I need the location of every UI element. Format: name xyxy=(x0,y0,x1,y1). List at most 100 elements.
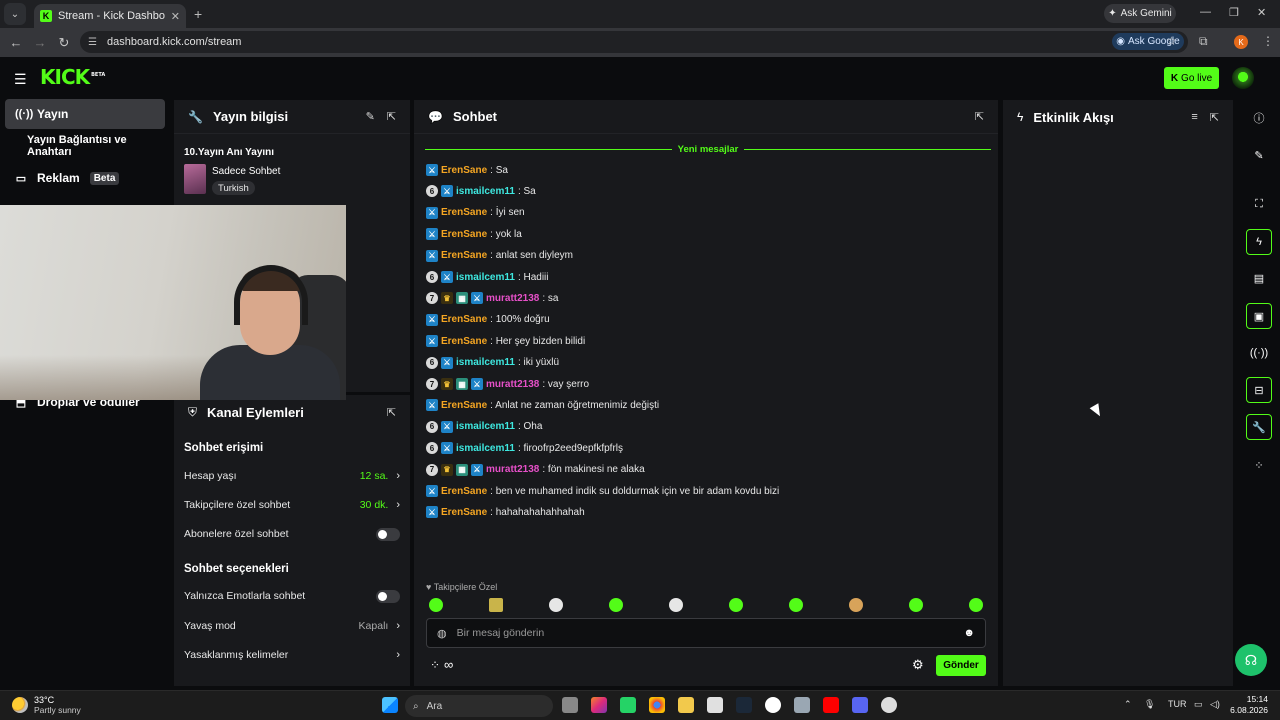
close-window-icon[interactable]: ✕ xyxy=(1257,6,1266,19)
store-icon[interactable] xyxy=(707,697,723,713)
emote-icon[interactable] xyxy=(729,598,743,612)
go-live-button[interactable]: K Go live xyxy=(1164,67,1219,89)
level-badge-icon[interactable]: 6 xyxy=(426,420,438,433)
row-banned-words[interactable]: Yasaklanmış kelimeler › xyxy=(184,647,400,663)
emote-only-toggle[interactable] xyxy=(376,589,400,603)
moderator-badge-icon[interactable]: ⚔ xyxy=(426,228,438,241)
subscriber-badge-icon[interactable]: ▦ xyxy=(456,463,468,476)
kick-points-icon[interactable]: ⁘ xyxy=(430,658,440,672)
weather-widget[interactable]: 33°C Partly sunny xyxy=(12,695,81,715)
ask-gemini-button[interactable]: ✦ Ask Gemini xyxy=(1104,4,1176,23)
level-badge-icon[interactable]: 6 xyxy=(426,271,438,283)
moderator-badge-icon[interactable]: ⚔ xyxy=(426,313,438,326)
level-badge-icon[interactable]: 6 xyxy=(426,356,438,369)
profile-avatar[interactable]: K xyxy=(1234,35,1248,49)
layout-rail-icon[interactable]: ⊟ xyxy=(1246,377,1272,403)
user-avatar[interactable] xyxy=(1232,67,1254,89)
input-language[interactable]: TUR xyxy=(1168,699,1187,709)
level-badge-icon[interactable]: 7 xyxy=(426,378,438,390)
maximize-icon[interactable]: ❐ xyxy=(1229,6,1239,19)
popout-icon[interactable]: ⇱ xyxy=(1210,111,1219,124)
whatsapp-icon[interactable] xyxy=(620,697,636,713)
instagram-icon[interactable] xyxy=(591,697,607,713)
browser-tab[interactable]: K Stream - Kick Dashboard ✕ xyxy=(34,4,186,28)
emote-icon[interactable] xyxy=(609,598,623,612)
chat-username[interactable]: ErenSane xyxy=(441,400,487,411)
lightning-rail-icon[interactable]: ϟ xyxy=(1246,229,1272,255)
tab-close-icon[interactable]: ✕ xyxy=(171,10,180,23)
discord-icon[interactable] xyxy=(852,697,868,713)
moderator-badge-icon[interactable]: ⚔ xyxy=(441,271,453,283)
chat-username[interactable]: ismailcem11 xyxy=(456,272,515,283)
row-followers-only[interactable]: Takipçilere özel sohbet 30 dk. › xyxy=(184,497,400,513)
broadcast-rail-icon[interactable]: ((·)) xyxy=(1246,340,1272,366)
back-icon[interactable]: ← xyxy=(4,35,28,50)
chat-username[interactable]: ErenSane xyxy=(441,229,487,240)
popout-icon[interactable]: ⇱ xyxy=(975,110,984,123)
microphone-icon[interactable]: 🎙 xyxy=(1144,699,1155,710)
popout-icon[interactable]: ⇱ xyxy=(387,406,396,419)
subscriber-badge-icon[interactable]: ▦ xyxy=(456,378,468,390)
sidebar-item-reklam[interactable]: ▭ Reklam Beta xyxy=(5,163,165,193)
windows-start-icon[interactable] xyxy=(382,697,398,713)
obs-icon[interactable] xyxy=(881,697,897,713)
row-account-age[interactable]: Hesap yaşı 12 sa. › xyxy=(184,468,400,484)
site-info-icon[interactable]: ☰ xyxy=(88,37,97,48)
kick-logo[interactable]: KICK BETA xyxy=(40,65,105,89)
chat-identity-icon[interactable]: ◍ xyxy=(437,627,447,640)
network-icon[interactable]: ▭ xyxy=(1194,699,1203,710)
url-field[interactable]: ☰ dashboard.kick.com/stream xyxy=(80,31,1188,53)
emote-icon[interactable] xyxy=(789,598,803,612)
info-icon[interactable]: ⓘ xyxy=(1246,105,1272,131)
row-slow-mode[interactable]: Yavaş mod Kapalı › xyxy=(184,618,400,634)
moderator-badge-icon[interactable]: ⚔ xyxy=(426,485,438,497)
edit-icon[interactable]: ✎ xyxy=(1246,142,1272,168)
crown-badge-icon[interactable]: ♛ xyxy=(441,463,453,476)
emote-icon[interactable] xyxy=(849,598,863,612)
chat-username[interactable]: ErenSane xyxy=(441,165,487,176)
sidebar-item-stream-key[interactable]: Yayın Bağlantısı ve Anahtarı xyxy=(5,131,165,161)
emote-icon[interactable] xyxy=(909,598,923,612)
crown-badge-icon[interactable]: ♛ xyxy=(441,378,453,390)
chat-username[interactable]: ErenSane xyxy=(441,314,487,325)
moderator-badge-icon[interactable]: ⚔ xyxy=(426,335,438,348)
chat-username[interactable]: ErenSane xyxy=(441,250,487,261)
forward-icon[interactable]: → xyxy=(28,35,52,50)
emote-icon[interactable] xyxy=(489,598,503,612)
task-view-icon[interactable] xyxy=(562,697,578,713)
system-clock[interactable]: 15:14 6.08.2026 xyxy=(1206,694,1268,716)
chat-username[interactable]: ismailcem11 xyxy=(456,421,515,432)
crown-badge-icon[interactable]: ♛ xyxy=(441,292,453,305)
file-explorer-icon[interactable] xyxy=(678,697,694,713)
emote-icon[interactable] xyxy=(429,598,443,612)
chat-username[interactable]: ErenSane xyxy=(441,486,487,497)
chat-username[interactable]: muratt2138 xyxy=(486,293,539,304)
moderator-badge-icon[interactable]: ⚔ xyxy=(426,249,438,262)
moderator-badge-icon[interactable]: ⚔ xyxy=(441,420,453,433)
dots-rail-icon[interactable]: ⁘ xyxy=(1246,452,1272,478)
level-badge-icon[interactable]: 6 xyxy=(426,442,438,455)
hamburger-menu-icon[interactable]: ☰ xyxy=(14,71,27,88)
tab-search-icon[interactable]: ⌄ xyxy=(4,3,26,25)
emote-icon[interactable] xyxy=(669,598,683,612)
support-headset-icon[interactable]: ☊ xyxy=(1235,644,1267,676)
chrome-icon[interactable] xyxy=(649,697,665,713)
wrench-rail-icon[interactable]: 🔧 xyxy=(1246,414,1272,440)
popout-icon[interactable]: ⇱ xyxy=(387,110,396,123)
filter-icon[interactable]: ≡ xyxy=(1191,111,1197,123)
sidebar-item-yayin[interactable]: ((·)) Yayın xyxy=(5,99,165,129)
moderator-badge-icon[interactable]: ⚔ xyxy=(441,185,453,198)
moderator-badge-icon[interactable]: ⚔ xyxy=(426,399,438,412)
minimize-icon[interactable]: — xyxy=(1200,6,1211,18)
moderator-badge-icon[interactable]: ⚔ xyxy=(471,378,483,390)
camera-icon[interactable] xyxy=(794,697,810,713)
bookmark-star-icon[interactable]: ☆ xyxy=(1166,34,1177,48)
browser-menu-icon[interactable]: ⋮ xyxy=(1262,34,1274,48)
subscriber-badge-icon[interactable]: ▦ xyxy=(456,292,468,305)
moderator-badge-icon[interactable]: ⚔ xyxy=(471,463,483,476)
reload-icon[interactable]: ↻ xyxy=(52,35,76,51)
edit-pencil-icon[interactable]: ✎ xyxy=(366,110,375,123)
chat-settings-gear-icon[interactable]: ⚙ xyxy=(912,657,924,673)
chat-username[interactable]: ErenSane xyxy=(441,207,487,218)
moderator-badge-icon[interactable]: ⚔ xyxy=(426,506,438,519)
